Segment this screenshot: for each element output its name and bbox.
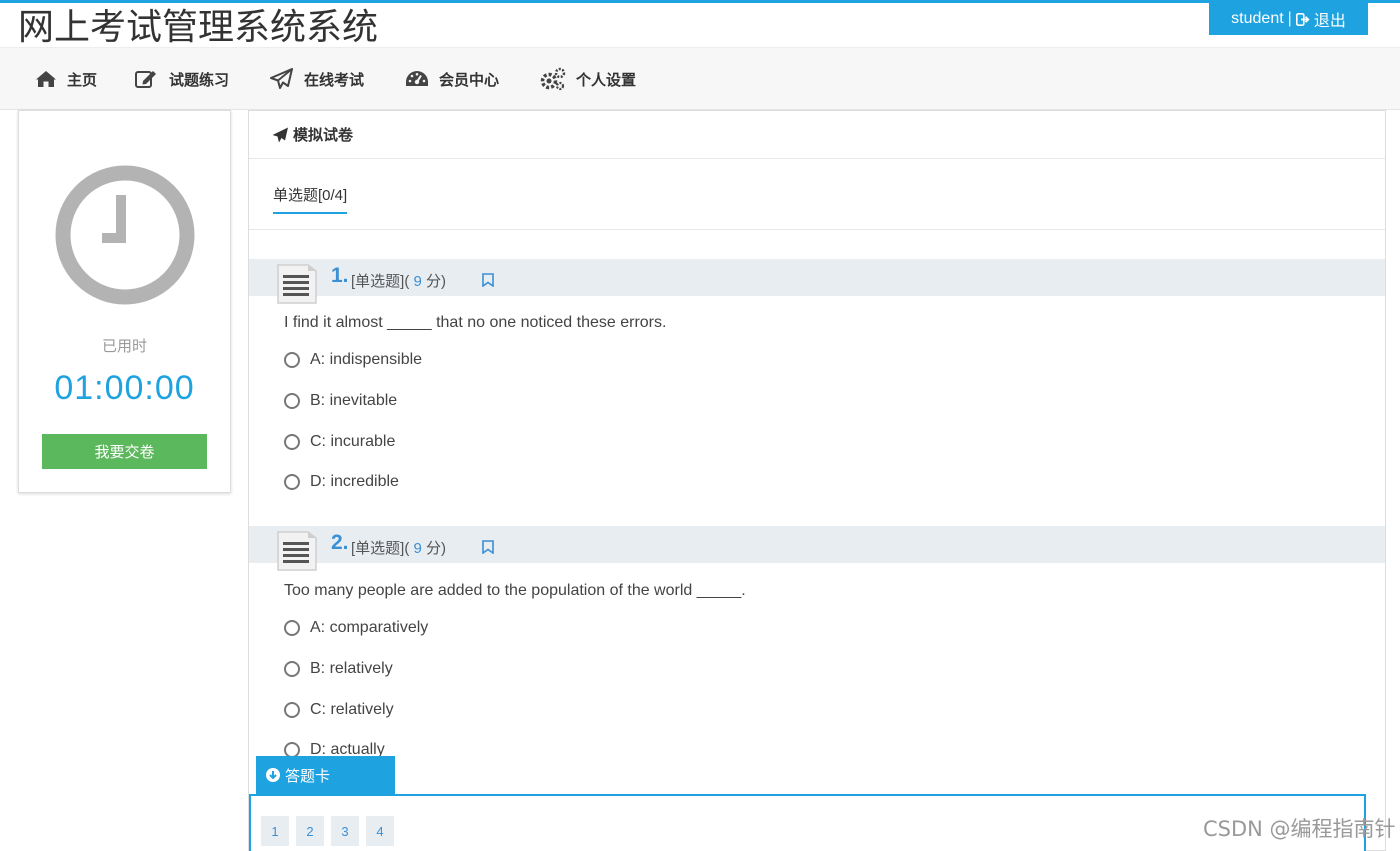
option-label: C: incurable xyxy=(310,433,396,450)
elapsed-time-label: 已用时 xyxy=(101,338,147,355)
answer-card-label: 答题卡 xyxy=(285,767,331,785)
edit-icon xyxy=(135,71,156,88)
nav-item-home[interactable]: 主页 xyxy=(35,48,97,110)
option-b[interactable]: B: inevitable xyxy=(284,392,397,410)
question-stem: I find it almost _____ that no one notic… xyxy=(284,314,667,331)
main-nav: 主页 试题练习 在线考试 会员中心 个人设置 xyxy=(0,47,1400,110)
user-separator: | xyxy=(1287,10,1292,27)
option-label: B: relatively xyxy=(310,660,393,677)
nav-label: 个人设置 xyxy=(576,71,637,89)
home-icon xyxy=(36,71,56,87)
radio-button[interactable] xyxy=(284,661,300,677)
radio-button[interactable] xyxy=(284,434,300,450)
bookmark-icon[interactable] xyxy=(481,540,495,554)
tab-single-choice[interactable]: 单选题[0/4] xyxy=(273,184,348,214)
divider xyxy=(249,229,1385,230)
paper-title: 模拟试卷 xyxy=(293,127,354,144)
option-c[interactable]: C: incurable xyxy=(284,433,395,451)
question-stem: Too many people are added to the populat… xyxy=(284,582,746,599)
nav-label: 会员中心 xyxy=(439,71,500,89)
document-icon xyxy=(277,264,317,304)
question-type: [单选题]( 9 分) xyxy=(351,270,446,291)
logout-label: 退出 xyxy=(1313,13,1346,30)
option-c[interactable]: C: relatively xyxy=(284,701,394,719)
option-label: A: comparatively xyxy=(310,619,429,636)
radio-button[interactable] xyxy=(284,352,300,368)
answer-card-toggle[interactable]: 答题卡 xyxy=(256,756,395,794)
score-unit: 分) xyxy=(426,540,447,557)
radio-button[interactable] xyxy=(284,620,300,636)
timer-panel: 已用时 01:00:00 我要交卷 xyxy=(18,110,231,493)
score-unit: 分) xyxy=(426,273,447,290)
site-title: 网上考试管理系统系统 xyxy=(18,7,379,48)
option-a[interactable]: A: comparatively xyxy=(284,619,428,637)
document-icon xyxy=(277,531,317,571)
elapsed-time-value: 01:00:00 xyxy=(54,369,195,407)
nav-item-member-center[interactable]: 会员中心 xyxy=(405,48,499,110)
nav-item-online-exam[interactable]: 在线考试 xyxy=(270,48,364,110)
dashboard-icon xyxy=(406,71,428,86)
nav-label: 在线考试 xyxy=(304,71,365,89)
radio-button[interactable] xyxy=(284,474,300,490)
sign-out-icon xyxy=(1295,12,1310,26)
nav-item-settings[interactable]: 个人设置 xyxy=(540,48,636,110)
user-box: student | 退出 xyxy=(1209,3,1368,35)
paper-plane-icon xyxy=(272,127,288,142)
option-label: B: inevitable xyxy=(310,392,398,409)
username[interactable]: student xyxy=(1231,10,1283,28)
submit-exam-button[interactable]: 我要交卷 xyxy=(42,434,207,469)
question-type: [单选题]( 9 分) xyxy=(351,537,446,558)
option-label: D: incredible xyxy=(310,473,399,490)
radio-button[interactable] xyxy=(284,393,300,409)
panel-header: 模拟试卷 xyxy=(249,111,1385,159)
question-type-label: [单选题]( xyxy=(351,540,410,557)
exam-panel: 模拟试卷 单选题[0/4] 1. [单选题]( 9 分) I find it a… xyxy=(248,110,1386,851)
answer-card-item[interactable]: 3 xyxy=(331,816,359,846)
logout-button[interactable]: 退出 xyxy=(1295,7,1346,31)
watermark: CSDN @编程指南针 xyxy=(1203,817,1396,841)
clock-icon xyxy=(55,165,195,305)
option-a[interactable]: A: indispensible xyxy=(284,351,422,369)
nav-label: 主页 xyxy=(67,71,98,89)
bookmark-icon[interactable] xyxy=(481,273,495,287)
radio-button[interactable] xyxy=(284,702,300,718)
option-d[interactable]: D: incredible xyxy=(284,473,399,491)
question-score: 9 xyxy=(413,273,422,290)
question-number: 2. xyxy=(331,531,349,554)
option-label: C: relatively xyxy=(310,701,394,718)
arrow-circle-down-icon xyxy=(266,768,280,782)
option-b[interactable]: B: relatively xyxy=(284,660,393,678)
option-label: A: indispensible xyxy=(310,351,423,368)
answer-card-item[interactable]: 1 xyxy=(261,816,289,846)
answer-card: 1 2 3 4 xyxy=(249,794,1366,851)
nav-label: 试题练习 xyxy=(169,71,230,89)
answer-card-item[interactable]: 2 xyxy=(296,816,324,846)
question-number: 1. xyxy=(331,264,349,287)
gears-icon xyxy=(540,67,566,91)
answer-card-item[interactable]: 4 xyxy=(366,816,394,846)
paper-plane-icon xyxy=(270,68,293,89)
question-type-label: [单选题]( xyxy=(351,273,410,290)
question-score: 9 xyxy=(413,540,422,557)
nav-item-practice[interactable]: 试题练习 xyxy=(135,48,229,110)
